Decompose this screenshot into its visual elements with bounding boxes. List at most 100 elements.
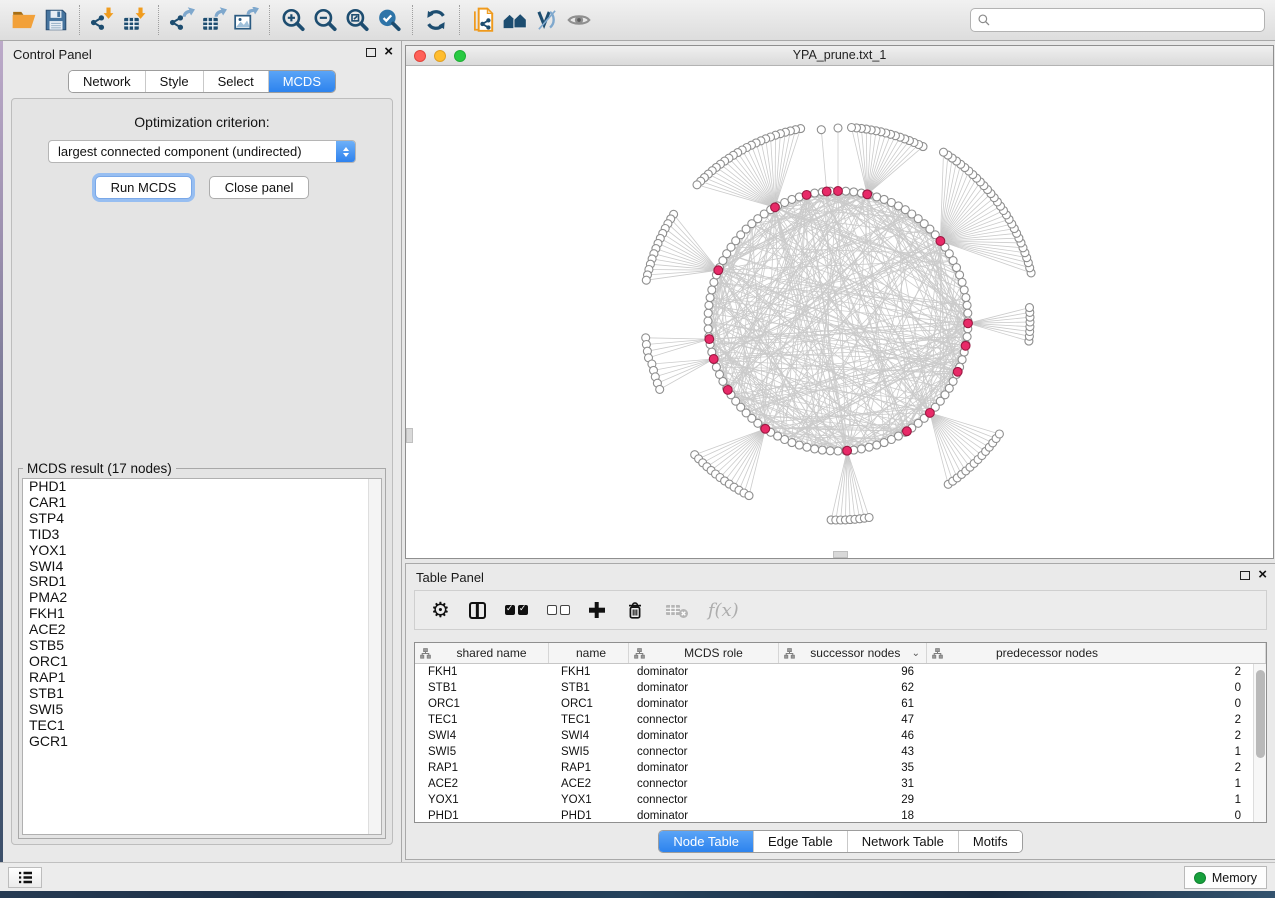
graph-hub-node[interactable] xyxy=(705,335,714,344)
zoom-in-icon[interactable] xyxy=(277,4,309,36)
graph-hub-node[interactable] xyxy=(723,386,732,395)
graph-node[interactable] xyxy=(956,271,964,279)
mcds-result-item[interactable]: TEC1 xyxy=(23,718,381,734)
graph-node[interactable] xyxy=(826,447,834,455)
graph-node[interactable] xyxy=(995,430,1003,438)
graph-node[interactable] xyxy=(704,325,712,333)
minimize-window-light[interactable] xyxy=(434,50,446,62)
graph-node[interactable] xyxy=(642,276,650,284)
memory-button[interactable]: Memory xyxy=(1184,866,1267,889)
graph-hub-node[interactable] xyxy=(961,341,970,350)
save-icon[interactable] xyxy=(40,4,72,36)
table-cell[interactable]: YOX1 xyxy=(549,792,629,808)
table-cell[interactable]: SWI5 xyxy=(549,744,629,760)
table-cell[interactable]: ACE2 xyxy=(415,776,549,792)
table-row[interactable]: SWI4SWI4dominator462 xyxy=(415,728,1253,744)
mcds-result-item[interactable]: SWI4 xyxy=(23,559,381,575)
graph-hub-node[interactable] xyxy=(863,190,872,199)
table-row[interactable]: STB1STB1dominator620 xyxy=(415,680,1253,696)
table-cell[interactable]: dominator xyxy=(629,728,779,744)
maximize-window-light[interactable] xyxy=(454,50,466,62)
table-row[interactable]: TEC1TEC1connector472 xyxy=(415,712,1253,728)
visibility-toggle-icon[interactable] xyxy=(531,4,563,36)
table-row[interactable]: YOX1YOX1connector291 xyxy=(415,792,1253,808)
table-cell[interactable]: 2 xyxy=(927,664,1253,680)
table-cell[interactable]: connector xyxy=(629,712,779,728)
table-cell[interactable]: 61 xyxy=(779,696,927,712)
table-cell[interactable]: FKH1 xyxy=(549,664,629,680)
mcds-result-item[interactable]: YOX1 xyxy=(23,543,381,559)
network-window-titlebar[interactable]: YPA_prune.txt_1 xyxy=(406,46,1273,66)
table-row[interactable]: ORC1ORC1dominator610 xyxy=(415,696,1253,712)
table-cell[interactable]: connector xyxy=(629,776,779,792)
table-cell[interactable]: 1 xyxy=(927,776,1253,792)
import-network-icon[interactable] xyxy=(87,4,119,36)
table-cell[interactable]: SWI5 xyxy=(415,744,549,760)
table-cell[interactable]: RAP1 xyxy=(549,760,629,776)
graph-hub-node[interactable] xyxy=(903,427,912,436)
table-cell[interactable]: 62 xyxy=(779,680,927,696)
deselect-all-icon[interactable] xyxy=(547,605,570,615)
bottom-scroll-nub[interactable] xyxy=(833,551,848,558)
graph-hub-node[interactable] xyxy=(936,237,945,246)
graph-node[interactable] xyxy=(865,443,873,451)
zoom-fit-icon[interactable] xyxy=(341,4,373,36)
tab-motifs[interactable]: Motifs xyxy=(958,831,1022,852)
graph-node[interactable] xyxy=(964,309,972,317)
network-canvas[interactable] xyxy=(406,67,1273,558)
table-cell[interactable]: STB1 xyxy=(415,680,549,696)
graph-node[interactable] xyxy=(693,181,701,189)
network-document-icon[interactable] xyxy=(467,4,499,36)
graph-node[interactable] xyxy=(704,317,712,325)
table-cell[interactable]: FKH1 xyxy=(415,664,549,680)
table-cell[interactable]: TEC1 xyxy=(549,712,629,728)
table-cell[interactable]: STB1 xyxy=(549,680,629,696)
table-cell[interactable]: 0 xyxy=(927,808,1253,823)
table-row[interactable]: RAP1RAP1dominator352 xyxy=(415,760,1253,776)
graph-hub-node[interactable] xyxy=(761,424,770,433)
graph-node[interactable] xyxy=(834,447,842,455)
table-cell[interactable]: 0 xyxy=(927,680,1253,696)
table-cell[interactable]: 0 xyxy=(927,696,1253,712)
table-cell[interactable]: connector xyxy=(629,792,779,808)
float-panel-icon[interactable] xyxy=(1240,571,1250,580)
network-graph[interactable] xyxy=(406,67,1273,558)
tab-select[interactable]: Select xyxy=(203,71,268,92)
table-cell[interactable]: dominator xyxy=(629,696,779,712)
table-row[interactable]: ACE2ACE2connector311 xyxy=(415,776,1253,792)
refresh-layout-icon[interactable] xyxy=(420,4,452,36)
table-cell[interactable]: ORC1 xyxy=(415,696,549,712)
table-cell[interactable]: 2 xyxy=(927,760,1253,776)
table-row[interactable]: SWI5SWI5connector431 xyxy=(415,744,1253,760)
graph-hub-node[interactable] xyxy=(834,187,843,196)
left-scroll-nub[interactable] xyxy=(406,428,413,443)
table-cell[interactable]: 29 xyxy=(779,792,927,808)
table-cell[interactable]: 2 xyxy=(927,728,1253,744)
close-panel-button[interactable]: Close panel xyxy=(209,176,310,199)
graph-node[interactable] xyxy=(817,126,825,134)
graph-node[interactable] xyxy=(818,446,826,454)
select-all-icon[interactable] xyxy=(505,605,528,615)
graph-node[interactable] xyxy=(811,189,819,197)
graph-node[interactable] xyxy=(857,445,865,453)
tab-mcds[interactable]: MCDS xyxy=(268,71,335,92)
export-table-icon[interactable] xyxy=(198,4,230,36)
tab-node-table[interactable]: Node Table xyxy=(659,831,753,852)
table-cell[interactable]: 47 xyxy=(779,712,927,728)
table-cell[interactable]: ORC1 xyxy=(549,696,629,712)
result-scrollbar[interactable] xyxy=(368,479,381,834)
table-cell[interactable]: connector xyxy=(629,744,779,760)
graph-node[interactable] xyxy=(656,385,664,393)
settings-gear-icon[interactable]: ⚙ xyxy=(431,600,450,620)
tab-network[interactable]: Network xyxy=(69,71,145,92)
graph-hub-node[interactable] xyxy=(709,355,718,364)
table-cell[interactable]: dominator xyxy=(629,664,779,680)
run-mcds-button[interactable]: Run MCDS xyxy=(95,176,193,199)
graph-node[interactable] xyxy=(811,445,819,453)
table-scrollbar[interactable] xyxy=(1253,664,1266,822)
graph-node[interactable] xyxy=(1026,304,1034,312)
mcds-result-list[interactable]: PHD1CAR1STP4TID3YOX1SWI4SRD1PMA2FKH1ACE2… xyxy=(22,478,382,835)
search-field[interactable] xyxy=(970,8,1265,32)
graph-node[interactable] xyxy=(834,124,842,132)
graph-node[interactable] xyxy=(958,278,966,286)
